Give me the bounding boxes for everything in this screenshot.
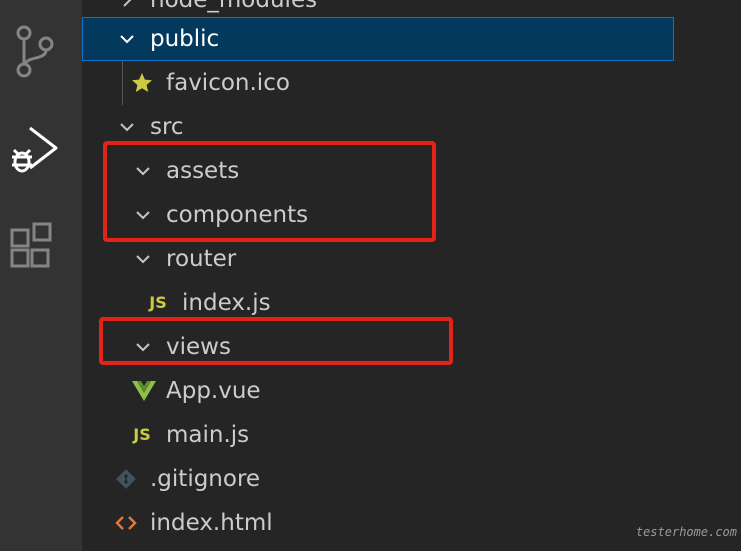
tree-item-label: App.vue <box>166 378 261 404</box>
star-icon <box>128 61 156 105</box>
highlight-box-assets-components <box>103 141 436 242</box>
tree-item-main-js[interactable]: JS main.js <box>82 413 674 457</box>
scrollbar-area[interactable] <box>674 0 741 551</box>
tree-item-label: main.js <box>166 422 250 448</box>
js-icon: JS <box>128 413 156 457</box>
html-icon <box>112 501 140 545</box>
source-control-icon[interactable] <box>0 18 82 98</box>
tree-item-label: favicon.ico <box>166 70 290 96</box>
tree-item-favicon[interactable]: favicon.ico <box>82 61 674 105</box>
activity-bar <box>0 0 82 551</box>
js-badge: JS <box>133 425 151 444</box>
chevron-down-icon <box>114 17 142 61</box>
tree-item-gitignore[interactable]: .gitignore <box>82 457 674 501</box>
tree-item-router[interactable]: router <box>82 237 674 281</box>
extensions-icon[interactable] <box>0 208 82 288</box>
tree-item-index-html[interactable]: index.html <box>82 501 674 545</box>
tree-item-label: public <box>150 26 220 52</box>
run-debug-icon[interactable] <box>0 112 82 192</box>
tree-item-label: .gitignore <box>150 466 261 492</box>
chevron-down-icon <box>130 237 158 281</box>
watermark: testerhome.com <box>635 525 737 539</box>
tree-item-public[interactable]: public <box>82 17 674 61</box>
vue-icon <box>130 369 158 413</box>
tree-item-app-vue[interactable]: App.vue <box>82 369 674 413</box>
tree-item-label: index.html <box>150 510 273 536</box>
explorer-tree: node_modules public favicon.ico src asse… <box>82 0 741 551</box>
highlight-box-views <box>99 317 453 365</box>
tree-item-label: router <box>166 246 237 272</box>
git-icon <box>112 457 140 501</box>
